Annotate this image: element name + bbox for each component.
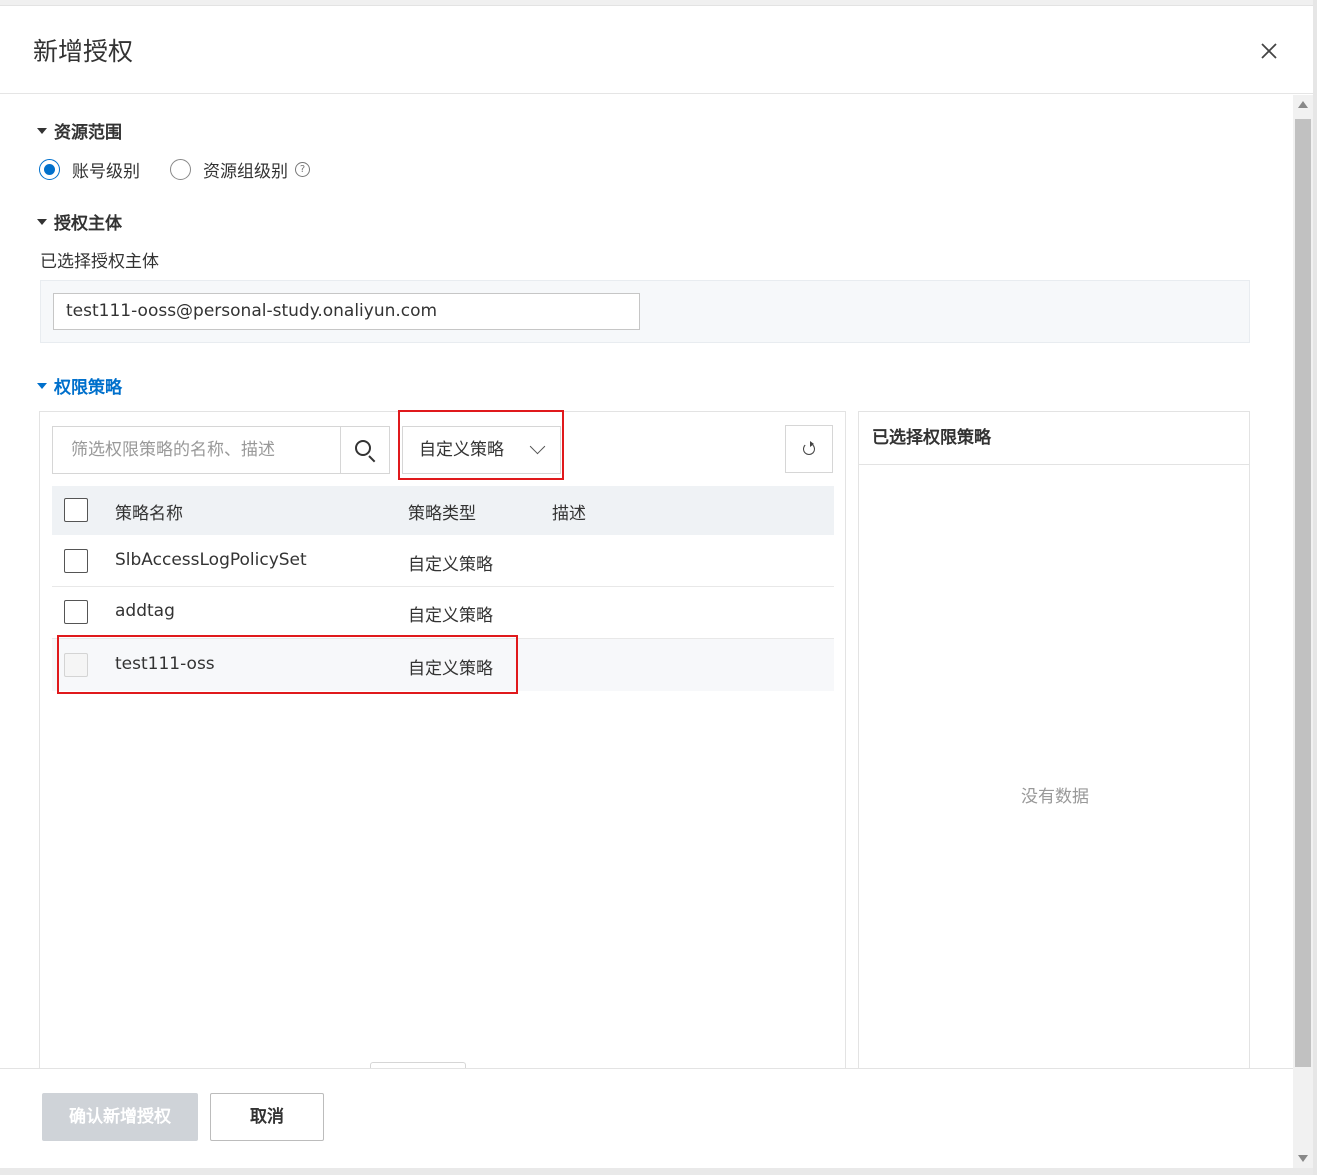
policy-name: SlbAccessLogPolicySet [115, 550, 307, 570]
window-edge [1313, 0, 1317, 1175]
radio-resource-group-level[interactable] [170, 159, 191, 180]
policy-type: 自定义策略 [408, 555, 493, 575]
selected-policy-title: 已选择权限策略 [859, 412, 1249, 465]
chevron-down-icon [529, 438, 546, 455]
table-row[interactable]: test111-oss 自定义策略 [52, 639, 834, 691]
radio-label[interactable]: 账号级别 [72, 157, 140, 182]
search-icon [355, 440, 371, 456]
column-header: 描述 [552, 504, 586, 524]
table-header: 策略名称 策略类型 描述 [52, 486, 834, 535]
caret-down-icon [37, 382, 47, 389]
select-all-checkbox[interactable] [64, 498, 88, 522]
empty-state: 没有数据 [1021, 787, 1089, 807]
row-checkbox[interactable] [64, 653, 88, 677]
column-header: 策略名称 [115, 504, 183, 524]
principal-field[interactable]: test111-ooss@personal-study.onaliyun.com [53, 293, 640, 330]
policy-type: 自定义策略 [408, 659, 493, 679]
section-title: 权限策略 [54, 378, 122, 398]
search-input[interactable]: 筛选权限策略的名称、描述 [53, 427, 340, 473]
vertical-scrollbar[interactable] [1293, 95, 1313, 1170]
selected-principal-label: 已选择授权主体 [40, 252, 159, 272]
policy-search: 筛选权限策略的名称、描述 [52, 426, 390, 474]
search-button[interactable] [340, 427, 389, 473]
dialog-footer: 确认新增授权 取消 [0, 1068, 1293, 1168]
section-title: 授权主体 [54, 214, 122, 234]
dialog-title: 新增授权 [33, 37, 134, 66]
dialog-header: 新增授权 [0, 6, 1313, 94]
radio-account-level[interactable] [39, 159, 60, 180]
scroll-up-icon[interactable] [1298, 101, 1308, 108]
column-header: 策略类型 [408, 504, 476, 524]
resource-scope-options: 账号级别 资源组级别 ? [39, 157, 310, 182]
bottom-strip [0, 1168, 1313, 1175]
section-title: 资源范围 [54, 123, 122, 143]
table-row[interactable]: SlbAccessLogPolicySet 自定义策略 [52, 535, 834, 587]
refresh-button[interactable] [785, 425, 833, 473]
radio-label[interactable]: 资源组级别 [203, 157, 288, 182]
policy-name: test111-oss [115, 654, 215, 674]
policy-list-panel: 筛选权限策略的名称、描述 自定义策略 策略名称 策略类型 描述 SlbAcces… [39, 411, 846, 1071]
caret-down-icon [37, 218, 47, 225]
table-row[interactable]: addtag 自定义策略 [52, 587, 834, 639]
policy-type: 自定义策略 [408, 606, 493, 626]
section-principal[interactable]: 授权主体 [37, 209, 122, 234]
selected-policy-panel: 已选择权限策略 没有数据 [858, 411, 1250, 1071]
policy-name: addtag [115, 601, 175, 621]
scrollbar-thumb[interactable] [1295, 119, 1311, 1067]
select-value: 自定义策略 [419, 440, 504, 460]
row-checkbox[interactable] [64, 549, 88, 573]
help-icon[interactable]: ? [295, 162, 310, 177]
policy-table: 策略名称 策略类型 描述 SlbAccessLogPolicySet 自定义策略… [52, 486, 834, 691]
section-resource-scope[interactable]: 资源范围 [37, 118, 122, 143]
selected-principal-box: test111-ooss@personal-study.onaliyun.com [40, 280, 1250, 343]
cancel-button[interactable]: 取消 [210, 1093, 324, 1141]
close-button[interactable] [1256, 38, 1282, 64]
row-checkbox[interactable] [64, 600, 88, 624]
confirm-button[interactable]: 确认新增授权 [42, 1093, 198, 1141]
section-policy[interactable]: 权限策略 [37, 373, 122, 398]
close-icon [1261, 43, 1277, 59]
policy-type-select[interactable]: 自定义策略 [402, 426, 561, 474]
caret-down-icon [37, 127, 47, 134]
scroll-down-icon[interactable] [1298, 1155, 1308, 1162]
